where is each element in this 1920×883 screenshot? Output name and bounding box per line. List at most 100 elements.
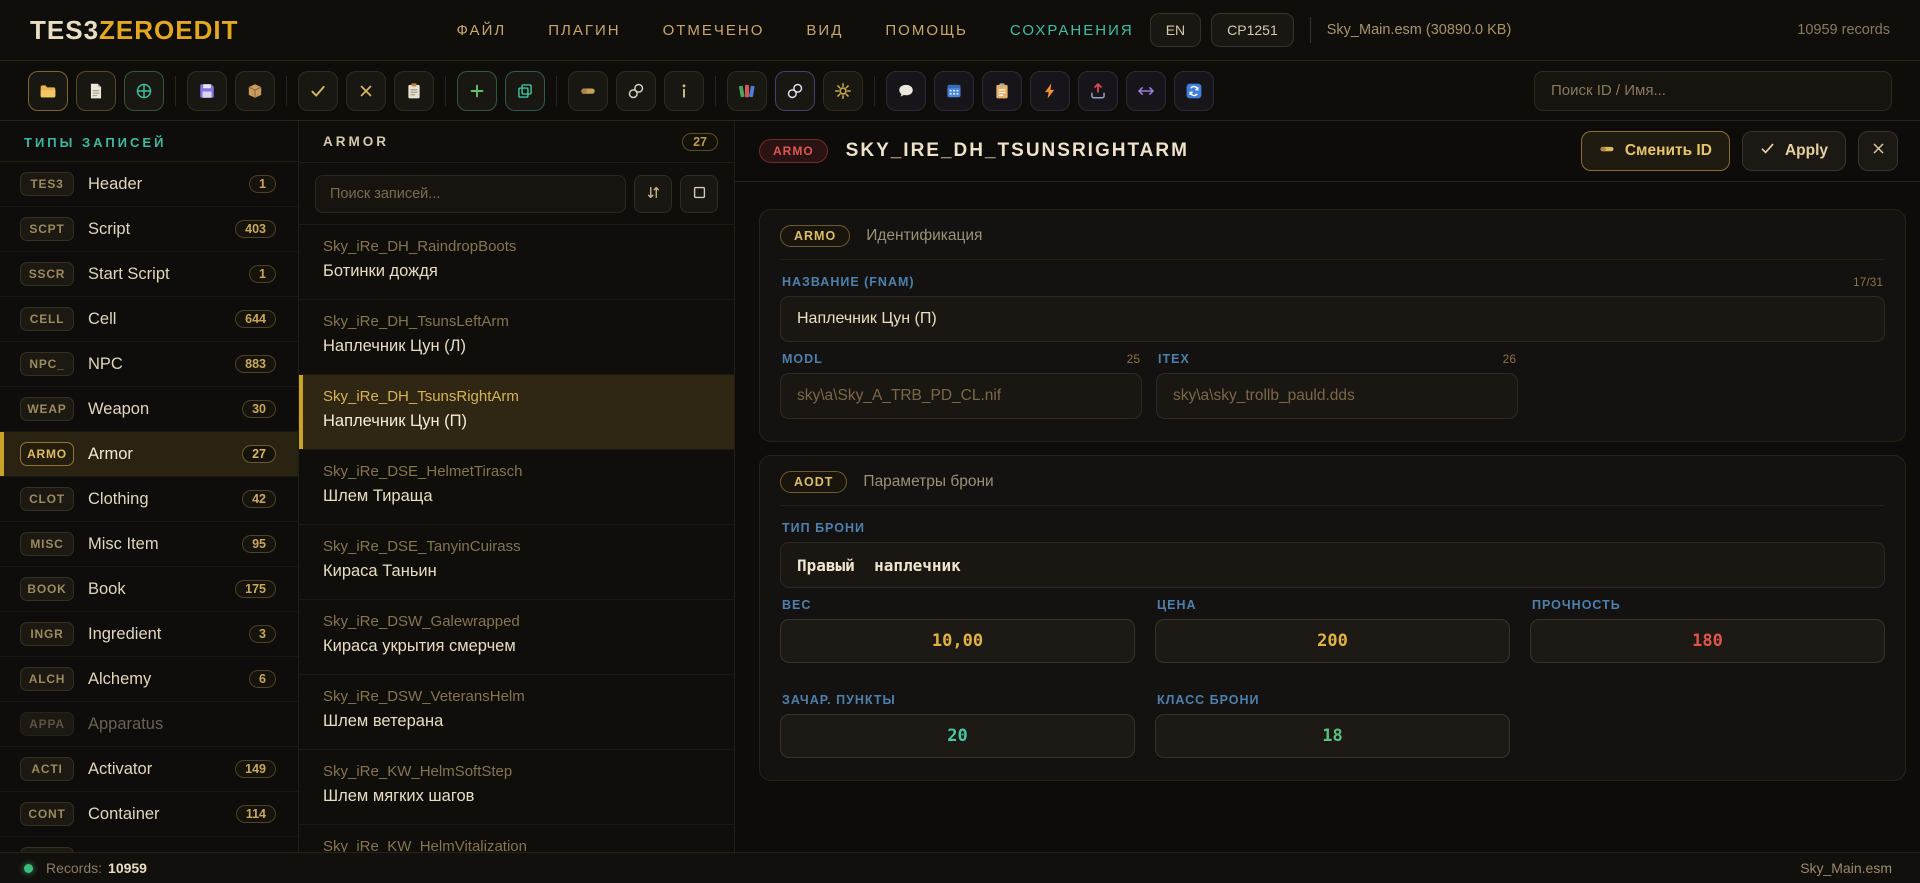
record-type-count: 6 (249, 670, 276, 688)
sidebar-item-ingredient[interactable]: INGRIngredient3 (0, 612, 298, 657)
record-type-code-badge: APPA (20, 712, 74, 736)
sort-button[interactable] (634, 175, 672, 213)
record-type-label: Header (88, 175, 235, 194)
record-search-input[interactable] (315, 175, 626, 213)
menu-item-saves[interactable]: СОХРАНЕНИЯ (1010, 22, 1134, 39)
notes-button[interactable] (982, 71, 1022, 111)
price-input[interactable]: 200 (1155, 619, 1510, 663)
link-button[interactable] (616, 71, 656, 111)
sidebar-item-script[interactable]: SCPTScript403 (0, 207, 298, 252)
record-list-item[interactable]: Sky_iRe_KW_HelmVitalization (299, 825, 734, 852)
chat-button[interactable] (886, 71, 926, 111)
weight-input[interactable]: 10,00 (780, 619, 1135, 663)
record-type-code-badge: WEAP (20, 397, 74, 421)
record-type-count: 95 (242, 535, 276, 553)
itex-input[interactable]: sky\a\sky_trollb_pauld.dds (1156, 373, 1518, 419)
change-id-button[interactable]: Сменить ID (1581, 131, 1730, 171)
duplicate-button[interactable] (505, 71, 545, 111)
books-button[interactable] (727, 71, 767, 111)
record-list-item[interactable]: Sky_iRe_DSE_HelmetTiraschШлем Тираща (299, 450, 734, 525)
fnam-label: НАЗВАНИЕ (FNAM) (782, 275, 915, 289)
close-button[interactable] (1858, 131, 1898, 171)
record-type-list: TES3Header1SCPTScript403SSCRStart Script… (0, 162, 298, 852)
record-list-item[interactable]: Sky_iRe_DSW_VeteransHelmШлем ветерана (299, 675, 734, 750)
sidebar-item-clothing[interactable]: CLOTClothing42 (0, 477, 298, 522)
record-id: Sky_iRe_DH_RaindropBoots (323, 238, 718, 255)
record-name: Кираса Таньин (323, 562, 718, 581)
record-list-item[interactable]: Sky_iRe_DH_TsunsRightArmНаплечник Цун (П… (299, 375, 734, 450)
capsule-button[interactable] (568, 71, 608, 111)
new-file-button[interactable] (76, 71, 116, 111)
apply-button[interactable]: Apply (1742, 131, 1846, 171)
calendar-button[interactable] (934, 71, 974, 111)
gear-button[interactable] (823, 71, 863, 111)
sync-button[interactable] (1174, 71, 1214, 111)
add-plus-button[interactable] (457, 71, 497, 111)
fnam-input[interactable]: Наплечник Цун (П) (780, 296, 1885, 342)
sidebar-item-activator[interactable]: ACTIActivator149 (0, 747, 298, 792)
sidebar-item-cell[interactable]: CELLCell644 (0, 297, 298, 342)
codepage-button[interactable]: CP1251 (1211, 13, 1294, 47)
record-list-item[interactable]: Sky_iRe_DH_TsunsLeftArmНаплечник Цун (Л) (299, 300, 734, 375)
record-name: Шлем Тираща (323, 487, 718, 506)
sidebar-item-armor[interactable]: ARMOArmor27 (0, 432, 298, 477)
menu-item-marked[interactable]: ОТМЕЧЕНО (663, 22, 765, 39)
enchant-points-input[interactable]: 20 (780, 714, 1135, 758)
record-list-item[interactable]: Sky_iRe_KW_HelmSoftStepШлем мягких шагов (299, 750, 734, 825)
cancel-x-button[interactable] (346, 71, 386, 111)
upload-button[interactable] (1078, 71, 1118, 111)
swap-button[interactable] (1126, 71, 1166, 111)
sidebar-item-container[interactable]: CONTContainer114 (0, 792, 298, 837)
record-list: Sky_iRe_DH_RaindropBootsБотинки дождяSky… (299, 225, 734, 852)
health-input[interactable]: 180 (1530, 619, 1885, 663)
record-type-code-badge (20, 847, 74, 852)
app-window: TES3ZEROEDIT ФАЙЛ ПЛАГИН ОТМЕЧЕНО ВИД ПОМОЩЬ… (0, 0, 1920, 883)
sidebar-item-book[interactable]: BOOKBook175 (0, 567, 298, 612)
menu-item-file[interactable]: ФАЙЛ (456, 22, 506, 39)
menu-item-view[interactable]: ВИД (806, 22, 843, 39)
global-search-input[interactable] (1534, 71, 1892, 111)
itex-value: sky\a\sky_trollb_pauld.dds (1173, 387, 1355, 405)
language-button[interactable]: EN (1150, 13, 1201, 47)
record-list-item[interactable]: Sky_iRe_DH_RaindropBootsБотинки дождя (299, 225, 734, 300)
armor-type-label: ТИП БРОНИ (782, 521, 865, 535)
logo-secondary: ZEROEDIT (99, 15, 238, 45)
sidebar-item-start-script[interactable]: SSCRStart Script1 (0, 252, 298, 297)
info-button[interactable] (664, 71, 704, 111)
record-list-item[interactable]: Sky_iRe_DSE_TanyinCuirassКираса Таньин (299, 525, 734, 600)
record-id: Sky_iRe_KW_HelmSoftStep (323, 763, 718, 780)
record-type-code-badge: CONT (20, 802, 74, 826)
record-list-item[interactable]: Sky_iRe_DSW_GalewrappedКираса укрытия см… (299, 600, 734, 675)
toolbar-group (886, 71, 1214, 111)
sidebar-item-npc[interactable]: NPC_NPC883 (0, 342, 298, 387)
record-name: Наплечник Цун (П) (323, 412, 718, 431)
sidebar-item-header[interactable]: TES3Header1 (0, 162, 298, 207)
save-icon (198, 82, 216, 100)
sidebar-item-misc-item[interactable]: MISCMisc Item95 (0, 522, 298, 567)
save-button[interactable] (187, 71, 227, 111)
confirm-check-button[interactable] (298, 71, 338, 111)
new-file-icon (87, 82, 105, 100)
globe-button[interactable] (124, 71, 164, 111)
record-list-panel: ARMOR 27 Sky_iRe_DH_RaindropBootsБотинки… (299, 121, 735, 852)
sidebar-item-apparatus[interactable]: APPAApparatus (0, 702, 298, 747)
record-type-count: 42 (242, 490, 276, 508)
record-title: SKY_IRE_DH_TSUNSRIGHTARM (846, 140, 1563, 162)
view-mode-button[interactable] (680, 175, 718, 213)
toolbar-button-groups (28, 71, 1214, 111)
armor-type-input[interactable]: Правый наплечник (780, 542, 1885, 588)
menu-item-plugin[interactable]: ПЛАГИН (548, 22, 620, 39)
chain-button[interactable] (775, 71, 815, 111)
menu-item-help[interactable]: ПОМОЩЬ (885, 22, 968, 39)
armor-class-input[interactable]: 18 (1155, 714, 1510, 758)
logo-primary: TES3 (30, 15, 99, 45)
sidebar-item-weapon[interactable]: WEAPWeapon30 (0, 387, 298, 432)
section-badge-armo: ARMO (780, 225, 850, 247)
package-button[interactable] (235, 71, 275, 111)
open-folder-button[interactable] (28, 71, 68, 111)
bolt-button[interactable] (1030, 71, 1070, 111)
modl-input[interactable]: sky\a\Sky_A_TRB_PD_CL.nif (780, 373, 1142, 419)
app-logo: TES3ZEROEDIT (30, 15, 238, 46)
clipboard-button[interactable] (394, 71, 434, 111)
sidebar-item-alchemy[interactable]: ALCHAlchemy6 (0, 657, 298, 702)
